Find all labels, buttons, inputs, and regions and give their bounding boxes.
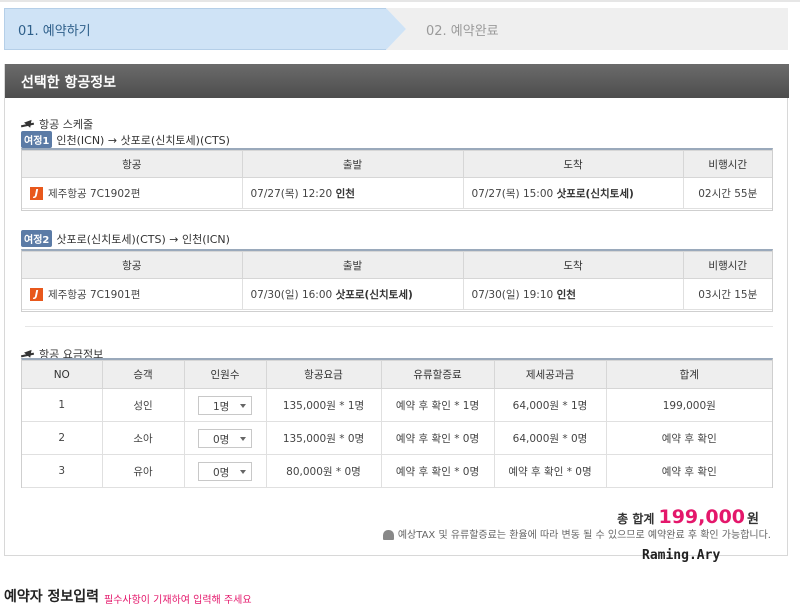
table-row: 3 유아 0명 80,000원 * 0명 예약 후 확인 * 0명 예약 후 확…: [22, 454, 772, 488]
leg-2-table: 항공 출발 도착 비행시간 J 제주항공 7C1901편 07/30(일) 16:…: [22, 251, 772, 310]
total-label: 총 합계: [617, 512, 655, 526]
total-amount: 199,000: [658, 506, 746, 528]
airplane-icon: [21, 121, 35, 129]
table-row: J 제주항공 7C1902편 07/27(목) 12:20 인천 07/27(목)…: [22, 177, 772, 209]
section-divider: [25, 326, 773, 327]
leg-1-tag: 여정1: [21, 131, 53, 148]
table-row: 1 성인 1명 135,000원 * 1명 예약 후 확인 * 1명 64,00…: [22, 388, 772, 422]
child-count-select[interactable]: 0명: [198, 428, 252, 448]
selected-flight-panel: 선택한 항공정보 항공 스케줄 여정1 인천(ICN) → 삿포로(신치토세)(C…: [4, 64, 789, 556]
table-row: 2 소아 0명 135,000원 * 0명 예약 후 확인 * 0명 64,00…: [22, 421, 772, 455]
fare-notice: 예상TAX 및 유류할증료는 환율에 따라 변동 될 수 있으므로 예약완료 후…: [382, 526, 771, 541]
step-2-label: 02. 예약완료: [426, 24, 499, 39]
infant-count-select[interactable]: 0명: [198, 461, 252, 481]
top-rule: [0, 0, 800, 2]
leg-1-table: 항공 출발 도착 비행시간 J 제주항공 7C1902편 07/27(목) 12:…: [22, 150, 772, 209]
col-duration: 비행시간: [683, 150, 772, 178]
notice-icon: [382, 530, 394, 540]
panel-title: 선택한 항공정보: [5, 64, 789, 98]
adult-count-select[interactable]: 1명: [198, 395, 252, 415]
fare-table: NO 승객 인원수 항공요금 유류할증료 제세공과금 합계 1 성인 1명 13…: [22, 360, 772, 488]
step-arrow: [386, 8, 406, 50]
watermark: Raming.Ary: [642, 548, 721, 563]
booker-info-title: 예약자 정보입력: [4, 589, 100, 605]
jeju-air-logo-icon: J: [30, 288, 43, 301]
table-row: J 제주항공 7C1901편 07/30(일) 16:00 삿포로(신치토세) 0…: [22, 278, 772, 310]
leg-2-tag: 여정2: [21, 230, 53, 247]
step-indicator: 01. 예약하기 02. 예약완료: [4, 8, 788, 50]
booker-info-subtitle: 필수사항이 기재하여 입력해 주세요: [104, 595, 252, 606]
leg-1-route: 여정1 인천(ICN) → 삿포로(신치토세)(CTS): [21, 131, 230, 148]
leg-2-route: 여정2 삿포로(신치토세)(CTS) → 인천(ICN): [21, 230, 230, 247]
jeju-air-logo-icon: J: [30, 187, 43, 200]
col-departure: 출발: [242, 150, 464, 178]
col-arrival: 도착: [463, 150, 684, 178]
col-airline: 항공: [22, 150, 243, 178]
schedule-section-title: 항공 스케줄: [21, 116, 93, 132]
grand-total: 총 합계 199,000 원: [617, 506, 759, 528]
step-1-label: 01. 예약하기: [18, 24, 91, 39]
